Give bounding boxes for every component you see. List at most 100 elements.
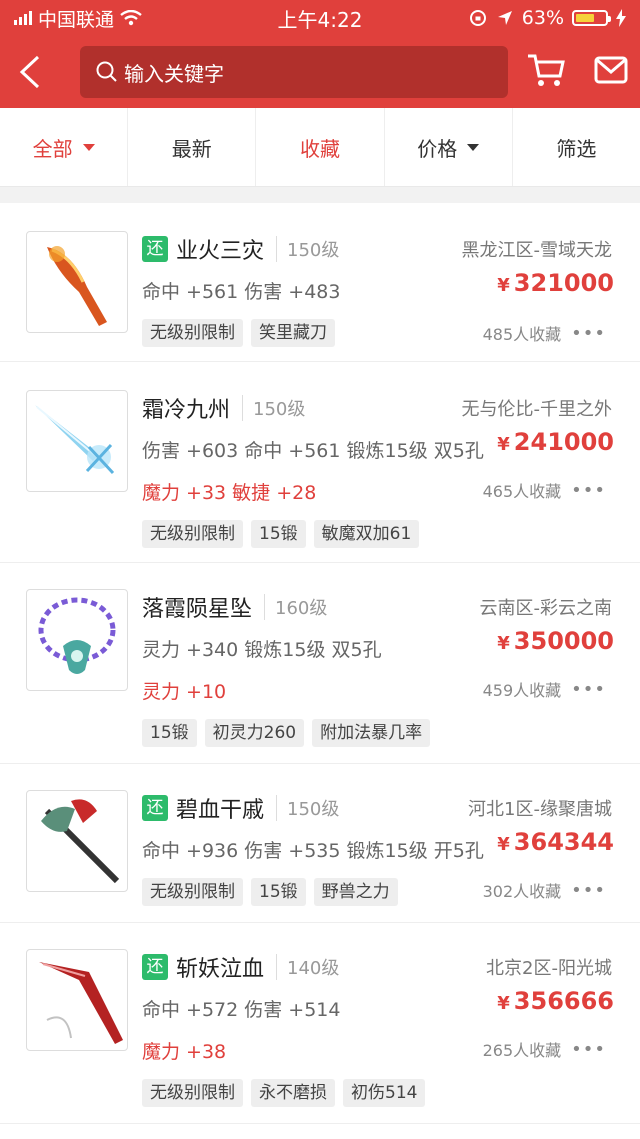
item-chip: 15锻	[142, 719, 197, 747]
item-chips: 无级别限制 15锻 野兽之力	[142, 878, 398, 906]
item-level: 150级	[276, 236, 339, 262]
item-server: 北京2区-阳光城	[486, 958, 612, 979]
favorite-count: 302人收藏 •••	[483, 878, 606, 902]
item-name: 霜冷九州	[142, 398, 231, 423]
battery-icon	[572, 10, 611, 26]
favorite-count: 265人收藏 •••	[483, 1037, 606, 1061]
favorite-count: 459人收藏 •••	[483, 677, 606, 701]
search-placeholder: 输入关键字	[124, 61, 224, 86]
item-chip: 敏魔双加61	[313, 520, 420, 548]
item-price: ¥350000	[497, 627, 614, 655]
list-item[interactable]: 还 业火三灾 150级 黑龙江区-雪域天龙 命中 +561 伤害 +483 ¥3…	[0, 203, 640, 362]
favorite-count-text: 265人收藏	[482, 1041, 562, 1060]
item-attributes: 命中 +572 伤害 +514	[142, 999, 341, 1021]
item-chip: 无级别限制	[142, 878, 243, 906]
item-name: 斩妖泣血	[176, 957, 265, 982]
item-title-row: 还 碧血干戚 150级 河北1区-缘聚唐城	[142, 792, 612, 824]
item-server: 黑龙江区-雪域天龙	[461, 240, 613, 261]
item-price: ¥364344	[497, 828, 614, 856]
item-chip: 无级别限制	[142, 520, 243, 548]
item-chip: 无级别限制	[142, 319, 243, 347]
item-attributes: 伤害 +603 命中 +561 锻炼15级 双5孔	[142, 440, 484, 462]
tab-price-label: 价格	[417, 136, 458, 161]
returnable-badge: 还	[142, 236, 168, 262]
filter-tabs: 全部 最新 收藏 价格 筛选	[0, 108, 640, 187]
mail-icon[interactable]	[594, 56, 628, 84]
item-chip: 初伤514	[343, 1079, 426, 1107]
item-level: 150级	[276, 795, 339, 821]
item-server: 河北1区-缘聚唐城	[468, 799, 612, 820]
item-attributes: 命中 +936 伤害 +535 锻炼15级 开5孔	[142, 840, 484, 862]
price-value: 241000	[513, 428, 614, 456]
item-title-row: 落霞陨星坠 160级 云南区-彩云之南	[142, 591, 612, 623]
tab-newest[interactable]: 最新	[128, 108, 257, 186]
charging-icon	[616, 9, 626, 27]
tab-favorites-label: 收藏	[300, 136, 340, 161]
favorite-count: 465人收藏 •••	[483, 478, 606, 502]
tab-favorites[interactable]: 收藏	[256, 108, 385, 186]
list-item[interactable]: 还 斩妖泣血 140级 北京2区-阳光城 命中 +572 伤害 +514 魔力 …	[0, 923, 640, 1124]
app-header: 中国联通 上午4:22 63% 输入关键字	[0, 0, 640, 108]
battery-percent: 63%	[521, 7, 564, 29]
item-name: 落霞陨星坠	[142, 597, 253, 622]
tab-all-label: 全部	[32, 136, 73, 161]
currency-symbol: ¥	[497, 434, 510, 455]
status-bar: 中国联通 上午4:22 63%	[0, 0, 640, 36]
item-image	[26, 949, 128, 1051]
item-image	[26, 231, 128, 333]
wifi-icon	[120, 10, 142, 26]
currency-symbol: ¥	[497, 633, 510, 654]
item-title-row: 霜冷九州 150级 无与伦比-千里之外	[142, 392, 612, 424]
more-icon[interactable]: •••	[571, 880, 606, 901]
more-icon[interactable]: •••	[571, 323, 606, 344]
item-server: 无与伦比-千里之外	[461, 399, 613, 420]
tab-filter[interactable]: 筛选	[513, 108, 640, 186]
item-attributes-bonus: 灵力 +10	[142, 681, 227, 703]
price-value: 321000	[513, 269, 614, 297]
item-price: ¥241000	[497, 428, 614, 456]
currency-symbol: ¥	[497, 275, 510, 296]
more-icon[interactable]: •••	[571, 679, 606, 700]
item-attributes: 命中 +561 伤害 +483	[142, 281, 341, 303]
tab-all[interactable]: 全部	[0, 108, 129, 186]
item-chip: 野兽之力	[313, 878, 398, 906]
list-item[interactable]: 霜冷九州 150级 无与伦比-千里之外 伤害 +603 命中 +561 锻炼15…	[0, 362, 640, 563]
favorite-count-text: 302人收藏	[482, 882, 562, 901]
list-item[interactable]: 还 碧血干戚 150级 河北1区-缘聚唐城 命中 +936 伤害 +535 锻炼…	[0, 764, 640, 923]
item-chips: 无级别限制 笑里藏刀	[142, 319, 335, 347]
axe-icon	[41, 799, 120, 884]
location-icon	[497, 11, 512, 25]
tab-price[interactable]: 价格	[385, 108, 513, 186]
item-level: 140级	[276, 954, 339, 980]
item-list: 还 业火三灾 150级 黑龙江区-雪域天龙 命中 +561 伤害 +483 ¥3…	[0, 203, 640, 1124]
item-chips: 15锻 初灵力260 附加法暴几率	[142, 719, 431, 747]
cart-icon[interactable]	[526, 50, 566, 90]
price-value: 356666	[513, 987, 614, 1015]
sword-icon	[39, 962, 123, 1044]
price-value: 364344	[513, 828, 614, 856]
item-attributes-bonus: 魔力 +33 敏捷 +28	[142, 482, 317, 504]
item-title-row: 还 业火三灾 150级 黑龙江区-雪域天龙	[142, 233, 612, 265]
back-button[interactable]	[0, 42, 60, 102]
item-level: 150级	[242, 395, 305, 421]
item-server: 云南区-彩云之南	[479, 598, 613, 619]
item-chip: 附加法暴几率	[312, 719, 431, 747]
more-icon[interactable]: •••	[571, 480, 606, 501]
favorite-count-text: 465人收藏	[482, 482, 562, 501]
nav-bar: 输入关键字	[0, 36, 640, 108]
sword-icon	[35, 405, 115, 475]
more-icon[interactable]: •••	[571, 1039, 606, 1060]
item-chip: 笑里藏刀	[251, 319, 335, 347]
item-chips: 无级别限制 永不磨损 初伤514	[142, 1079, 426, 1107]
item-image	[26, 790, 128, 892]
sword-icon	[47, 246, 107, 326]
item-chips: 无级别限制 15锻 敏魔双加61	[142, 520, 420, 548]
list-item[interactable]: 落霞陨星坠 160级 云南区-彩云之南 灵力 +340 锻炼15级 双5孔 灵力…	[0, 563, 640, 764]
item-title-row: 还 斩妖泣血 140级 北京2区-阳光城	[142, 951, 612, 983]
item-name: 碧血干戚	[176, 798, 265, 823]
search-icon	[96, 61, 117, 82]
returnable-badge: 还	[142, 954, 168, 980]
item-chip: 永不磨损	[251, 1079, 335, 1107]
search-input[interactable]: 输入关键字	[80, 46, 508, 98]
item-level: 160级	[264, 594, 327, 620]
